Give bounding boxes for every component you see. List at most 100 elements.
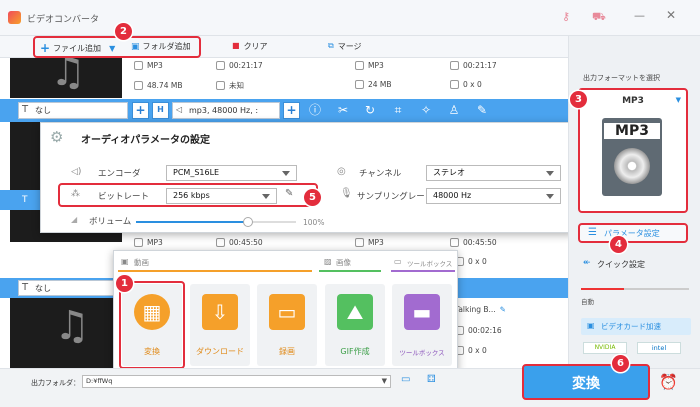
tab-image[interactable]: 画像 <box>336 257 351 268</box>
add-file-button[interactable]: + ファイル追加 ▼ <box>40 41 115 55</box>
gpu-accel-button[interactable]: ▣ ビデオカード加速 <box>581 318 691 335</box>
clear-button[interactable]: ■ クリア <box>232 41 268 52</box>
bitrate-select[interactable]: 256 kbps <box>166 188 277 204</box>
merge-label: マージ <box>337 42 362 51</box>
format-selector[interactable]: MP3 ▼ MP3 <box>578 88 688 213</box>
step-badge-2: 2 <box>115 23 132 40</box>
audio-track-select[interactable]: mp3, 48000 Hz, : <box>172 102 280 119</box>
thumbnail: ♫ <box>10 58 122 98</box>
quality-slider[interactable] <box>581 288 689 290</box>
toolbox-tab-icon: ▭ <box>394 257 402 266</box>
convert-button[interactable]: 変換 <box>522 364 650 400</box>
step-badge-6: 6 <box>612 355 629 372</box>
alarm-clock-icon[interactable]: ⏰ <box>659 373 678 391</box>
quick-settings-label: クイック設定 <box>597 260 645 269</box>
output-folder-input[interactable]: D:¥ffWq ▼ <box>82 375 391 388</box>
edit-icon[interactable]: ✎ <box>500 305 506 314</box>
output-info-row: MP3 00:45:50 <box>355 238 497 247</box>
clock-icon <box>450 238 459 247</box>
folder-plus-icon: ▣ <box>131 41 140 52</box>
add-audio-button[interactable]: + <box>283 102 300 119</box>
app-logo-icon <box>8 11 21 24</box>
output-folder-value: D:¥ffWq <box>86 377 113 385</box>
bottom-bar: 出力フォルダ： D:¥ffWq ▼ ▭ ⚃ 変換 ⏰ <box>0 364 700 407</box>
size-icon <box>134 81 143 90</box>
encoder-label: エンコーダ <box>98 169 141 179</box>
gear-icon: ⚙ <box>50 128 64 146</box>
add-folder-label: フォルダ追加 <box>142 42 191 51</box>
microphone-icon: 🎙 <box>340 188 353 199</box>
file-settings-bar: なし T + H mp3, 48000 Hz, : ◁ + ⓘ ✂ ↻ ⌗ ✧ … <box>0 99 568 122</box>
tools-popup: ▣ 動画 ▨ 画像 ▭ ツールボックス ▦ 変換 ⇩ ダウンロード ▭ 録画 ⛰ GIF… <box>113 250 458 372</box>
output-duration: 00:02:16 <box>468 326 502 335</box>
subtitle-value: なし <box>35 106 51 115</box>
resolution-icon <box>450 80 459 89</box>
scissors-icon[interactable]: ✂ <box>336 103 350 117</box>
cart-icon[interactable]: ⛟ <box>592 10 606 25</box>
quick-settings-icon: ↞ <box>583 258 591 268</box>
folder-settings-icon[interactable]: ⚃ <box>427 374 436 385</box>
key-icon[interactable]: ⚷ <box>562 10 570 23</box>
trash-icon: ■ <box>232 41 240 50</box>
tool-gif-maker[interactable]: ⛰ GIF作成 <box>325 284 385 366</box>
volume-value: 100% <box>303 218 325 227</box>
output-info-row: MP3 00:21:17 <box>355 61 497 70</box>
watermark-icon[interactable]: ♙ <box>447 103 461 117</box>
file-info-row: MP3 00:21:17 <box>134 61 263 70</box>
merge-button[interactable]: ⧉ マージ <box>328 41 362 52</box>
channel-value: ステレオ <box>433 168 465 177</box>
merge-icon: ⧉ <box>328 41 334 50</box>
effects-icon[interactable]: ✧ <box>419 103 433 117</box>
crop-icon[interactable]: ⌗ <box>391 103 405 117</box>
encoder-value: PCM_S16LE <box>173 168 220 177</box>
channel-icon: ◎ <box>337 166 346 177</box>
chevron-down-icon[interactable]: ▼ <box>382 376 387 387</box>
tab-divider <box>319 270 381 272</box>
resolution-icon <box>216 81 225 90</box>
edit-icon[interactable]: ✎ <box>475 103 489 117</box>
toolbar: + ファイル追加 ▼ ▣ フォルダ追加 ■ クリア ⧉ マージ <box>0 36 568 58</box>
add-file-label: ファイル追加 <box>53 43 102 53</box>
output-resolution: 0 x 0 <box>468 257 487 266</box>
convert-tool-highlight <box>119 281 185 369</box>
speaker-icon: ◁) <box>71 167 82 177</box>
tool-toolbox[interactable]: ▬ ツールボックス <box>392 284 452 366</box>
rotate-icon[interactable]: ↻ <box>363 103 377 117</box>
chevron-down-icon: ▼ <box>675 96 681 104</box>
param-settings-button[interactable]: ☰ パラメータ設定 <box>578 223 688 243</box>
tab-video[interactable]: 動画 <box>134 257 149 268</box>
output-format: MP3 <box>368 61 384 70</box>
encoder-select[interactable]: PCM_S16LE <box>166 165 297 181</box>
subtitle-select[interactable]: なし <box>18 280 118 296</box>
tool-label: ツールボックス <box>399 349 445 357</box>
add-subtitle-button[interactable]: + <box>132 102 149 119</box>
minimize-button[interactable]: — <box>634 9 645 22</box>
channel-label: チャンネル <box>359 169 402 179</box>
samplerate-select[interactable]: 48000 Hz <box>426 188 561 204</box>
tab-divider <box>391 270 455 272</box>
add-folder-button[interactable]: ▣ フォルダ追加 <box>131 41 191 52</box>
gpu-icon: ▣ <box>587 321 595 330</box>
output-folder-label: 出力フォルダ： <box>31 379 80 387</box>
pencil-icon[interactable]: ✎ <box>285 188 293 199</box>
toolbox-icon: ▬ <box>404 294 440 330</box>
subtitle-value: なし <box>35 284 51 293</box>
tool-download[interactable]: ⇩ ダウンロード <box>190 284 250 366</box>
info-icon[interactable]: ⓘ <box>308 103 322 117</box>
close-button[interactable]: ✕ <box>666 8 676 22</box>
tool-label: 録画 <box>279 347 295 356</box>
open-folder-icon[interactable]: ▭ <box>401 374 410 385</box>
tab-toolbox[interactable]: ツールボックス <box>407 258 452 268</box>
file-duration: 00:21:17 <box>229 61 263 70</box>
output-name-row: Talking B... ✎ <box>455 305 506 314</box>
tool-screen-record[interactable]: ▭ 録画 <box>257 284 317 366</box>
hardsub-button[interactable]: H <box>152 102 169 119</box>
thumbnail: ♫ <box>10 298 122 368</box>
auto-label: 自動 <box>581 298 594 306</box>
chevron-down-icon[interactable]: ▼ <box>109 44 115 53</box>
file-duration: 00:45:50 <box>229 238 263 247</box>
volume-slider-handle[interactable] <box>243 217 253 227</box>
subtitle-select[interactable]: なし <box>18 102 128 119</box>
channel-select[interactable]: ステレオ <box>426 165 561 181</box>
clock-icon <box>216 61 225 70</box>
